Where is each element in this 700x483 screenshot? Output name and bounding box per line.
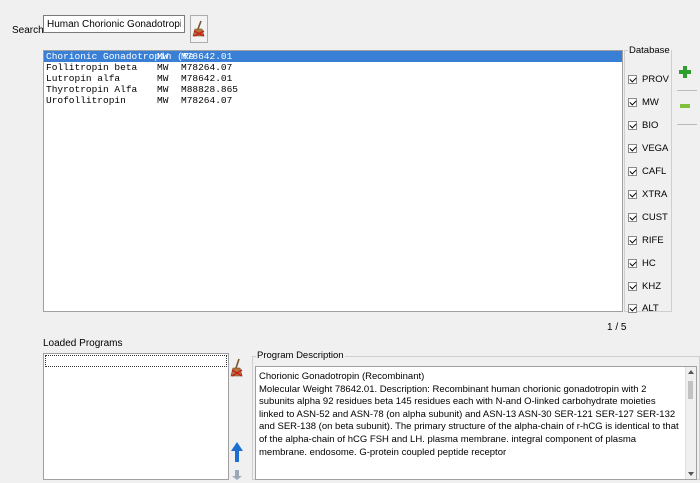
database-checkbox-rife[interactable]: RIFE (628, 234, 664, 246)
database-title: Database (628, 45, 671, 56)
result-value: M78264.07 (181, 62, 233, 73)
result-value: M88828.865 (181, 84, 239, 95)
database-label: PROV (642, 73, 669, 85)
database-group (624, 50, 672, 312)
search-label: Search (12, 25, 44, 36)
checkbox[interactable] (628, 281, 637, 291)
list-item[interactable]: Lutropin alfa MW M78642.01 (44, 73, 622, 84)
database-label: CAFL (642, 165, 667, 177)
loaded-programs-list[interactable] (43, 353, 229, 480)
scroll-up-icon[interactable] (688, 370, 694, 374)
database-label: XTRA (642, 188, 668, 200)
list-item[interactable]: Follitropin beta MW M78264.07 (44, 62, 622, 73)
arrow-down-icon (232, 470, 242, 480)
list-item[interactable]: Chorionic Gonadotropin (Re MW M78642.01 (44, 51, 622, 62)
result-unit: MW (157, 62, 169, 73)
description-scrollbar[interactable] (685, 367, 696, 479)
database-checkbox-khz[interactable]: KHZ (628, 280, 661, 292)
database-label: CUST (642, 211, 668, 223)
checkbox[interactable] (628, 189, 637, 199)
result-unit: MW (157, 95, 169, 106)
move-up-button[interactable] (230, 441, 244, 463)
clear-loaded-button[interactable] (230, 356, 244, 384)
result-name: Lutropin alfa (46, 73, 121, 84)
result-unit: MW (157, 51, 169, 62)
focus-rect (45, 355, 227, 367)
page-indicator: 1 / 5 (607, 322, 627, 333)
add-database-button[interactable] (677, 64, 693, 80)
database-checkbox-cust[interactable]: CUST (628, 211, 668, 223)
checkbox[interactable] (628, 166, 637, 176)
broom-clear-icon (230, 358, 243, 377)
database-checkbox-alt[interactable]: ALT (628, 302, 659, 314)
database-label: BIO (642, 119, 659, 131)
loaded-programs-label: Loaded Programs (43, 338, 123, 349)
database-label: HC (642, 257, 656, 269)
plus-icon (679, 66, 691, 78)
list-item[interactable]: Thyrotropin Alfa MW M88828.865 (44, 84, 622, 95)
checkbox[interactable] (628, 143, 637, 153)
broom-clear-icon (192, 20, 205, 37)
scroll-down-icon[interactable] (688, 472, 694, 476)
checkbox[interactable] (628, 235, 637, 245)
database-checkbox-prov[interactable]: PROV (628, 73, 669, 85)
list-item[interactable]: Urofollitropin MW M78264.07 (44, 95, 622, 106)
result-value: M78642.01 (181, 51, 233, 62)
result-name: Urofollitropin (46, 95, 126, 106)
minus-icon (680, 104, 690, 108)
database-label: KHZ (642, 280, 661, 292)
result-name: Thyrotropin Alfa (46, 84, 138, 95)
database-label: ALT (642, 302, 659, 314)
program-description-box[interactable]: Chorionic Gonadotropin (Recombinant) Mol… (255, 366, 697, 480)
result-name: Chorionic Gonadotropin (Re (46, 51, 195, 62)
database-checkbox-vega[interactable]: VEGA (628, 142, 668, 154)
result-value: M78642.01 (181, 73, 233, 84)
result-name: Follitropin beta (46, 62, 138, 73)
remove-database-button[interactable] (677, 98, 693, 114)
program-description-title: Program Description (256, 350, 345, 361)
database-label: MW (642, 96, 659, 108)
database-checkbox-xtra[interactable]: XTRA (628, 188, 667, 200)
search-input[interactable] (43, 15, 185, 33)
move-down-button[interactable] (230, 470, 244, 480)
checkbox[interactable] (628, 120, 637, 130)
results-list[interactable]: Chorionic Gonadotropin (Re MW M78642.01 … (43, 50, 623, 312)
database-label: VEGA (642, 142, 669, 154)
result-unit: MW (157, 84, 169, 95)
divider (677, 90, 697, 91)
scrollbar-thumb[interactable] (688, 381, 693, 399)
arrow-up-icon (231, 442, 243, 462)
database-checkbox-mw[interactable]: MW (628, 96, 659, 108)
divider (677, 124, 697, 125)
database-checkbox-cafl[interactable]: CAFL (628, 165, 666, 177)
checkbox[interactable] (628, 303, 637, 313)
program-description-text: Chorionic Gonadotropin (Recombinant) Mol… (259, 371, 679, 458)
result-value: M78264.07 (181, 95, 233, 106)
checkbox[interactable] (628, 74, 637, 84)
result-unit: MW (157, 73, 169, 84)
clear-search-button[interactable] (190, 15, 208, 43)
checkbox[interactable] (628, 97, 637, 107)
checkbox[interactable] (628, 212, 637, 222)
database-checkbox-bio[interactable]: BIO (628, 119, 658, 131)
database-checkbox-hc[interactable]: HC (628, 257, 656, 269)
checkbox[interactable] (628, 258, 637, 268)
database-label: RIFE (642, 234, 664, 246)
